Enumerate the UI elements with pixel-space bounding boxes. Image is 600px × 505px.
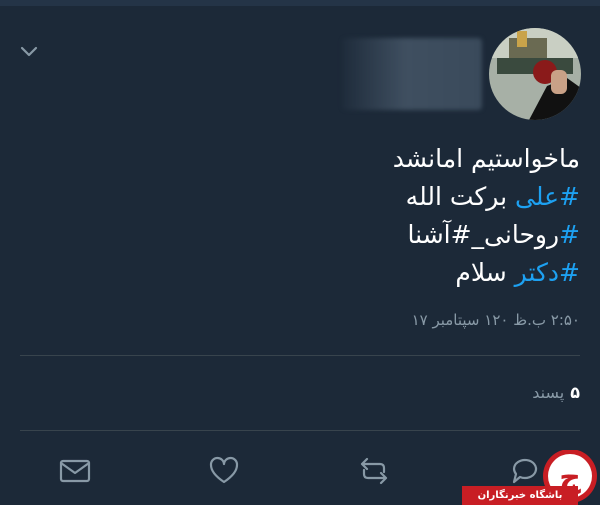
divider bbox=[20, 355, 580, 356]
divider bbox=[20, 430, 580, 431]
blurred-user-name[interactable] bbox=[342, 38, 482, 110]
retweet-icon[interactable] bbox=[357, 454, 391, 488]
mail-icon[interactable] bbox=[58, 454, 92, 488]
like-icon[interactable] bbox=[207, 454, 241, 488]
watermark-logo: ج باشگاه خبرنگاران bbox=[462, 450, 600, 505]
hashtag-link[interactable]: #علی bbox=[515, 182, 580, 211]
top-border bbox=[0, 0, 600, 6]
hashtag-link[interactable]: # bbox=[559, 220, 580, 249]
tweet-text: ماخواستیم امانشد #علی برکت الله #روحانی_… bbox=[20, 140, 580, 292]
avatar[interactable] bbox=[489, 28, 581, 120]
likes-count[interactable]: ۵پسند bbox=[532, 383, 580, 402]
tweet-line: ماخواستیم امانشد bbox=[392, 144, 580, 173]
tweet-line: #دکتر سلام bbox=[455, 258, 580, 287]
tweet-line: #علی برکت الله bbox=[405, 182, 580, 211]
tweet-line: #روحانی_#آشنا bbox=[407, 220, 580, 249]
chevron-down-icon[interactable] bbox=[18, 40, 40, 62]
hashtag-link[interactable]: #دکتر bbox=[515, 258, 580, 287]
tweet-timestamp[interactable]: ۲:۵۰ ب.ظ ۱۲۰ سپتامبر ۱۷ bbox=[412, 311, 580, 329]
